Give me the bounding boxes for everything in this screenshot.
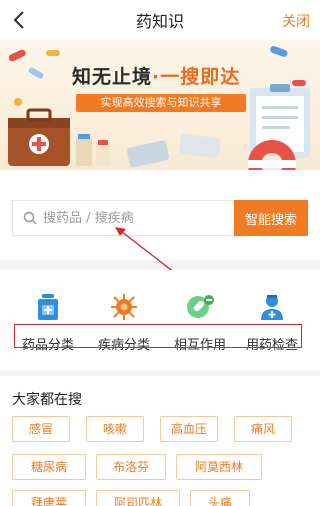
smart-search-button[interactable]: 智能搜索 — [234, 200, 308, 236]
hot-tag[interactable]: 高血压 — [160, 416, 218, 442]
hot-tag[interactable]: 头痛 — [190, 490, 250, 506]
hot-tag[interactable]: 拜唐苹 — [12, 490, 86, 506]
banner-headline: 知无止境·一搜即达 — [72, 62, 240, 89]
hot-tag[interactable]: 痛风 — [234, 416, 292, 442]
back-arrow-icon[interactable] — [8, 8, 32, 32]
search-section: 智能搜索 — [0, 170, 320, 260]
medicine-bottle-icon — [38, 294, 58, 320]
nav-bar: 药知识 关闭 — [0, 0, 320, 40]
hot-search-title: 大家都在搜 — [12, 392, 82, 408]
hot-tag[interactable]: 咳嗽 — [86, 416, 144, 442]
hot-tag[interactable]: 糖尿病 — [12, 454, 86, 480]
search-icon — [23, 211, 37, 225]
hot-tag[interactable]: 感冒 — [12, 416, 70, 442]
capsule-icon — [187, 295, 214, 318]
banner-headline-b: ·一搜即达 — [152, 66, 241, 88]
banner-subtitle: 实现高效搜索与知识共享 — [76, 94, 246, 112]
search-box[interactable] — [12, 200, 234, 236]
hot-tag[interactable]: 阿莫西林 — [176, 454, 262, 480]
hot-tag[interactable]: 阿司匹林 — [96, 490, 180, 506]
virus-icon — [111, 294, 137, 320]
doctor-icon — [261, 295, 283, 320]
search-input[interactable] — [43, 210, 213, 226]
close-button[interactable]: 关闭 — [282, 11, 310, 31]
category-row: 药品分类 疾病分类 相互作用 用药检查 — [0, 270, 320, 370]
annotation-box — [14, 324, 302, 348]
hot-search-section: 大家都在搜 感冒 咳嗽 高血压 痛风 糖尿病 布洛芬 阿莫西林 拜唐苹 阿司匹林… — [0, 376, 320, 506]
page-title: 药知识 — [135, 12, 184, 31]
banner: 知无止境·一搜即达 实现高效搜索与知识共享 — [0, 40, 320, 170]
banner-headline-a: 知无止境 — [72, 66, 153, 88]
hot-tag[interactable]: 布洛芬 — [96, 454, 166, 480]
